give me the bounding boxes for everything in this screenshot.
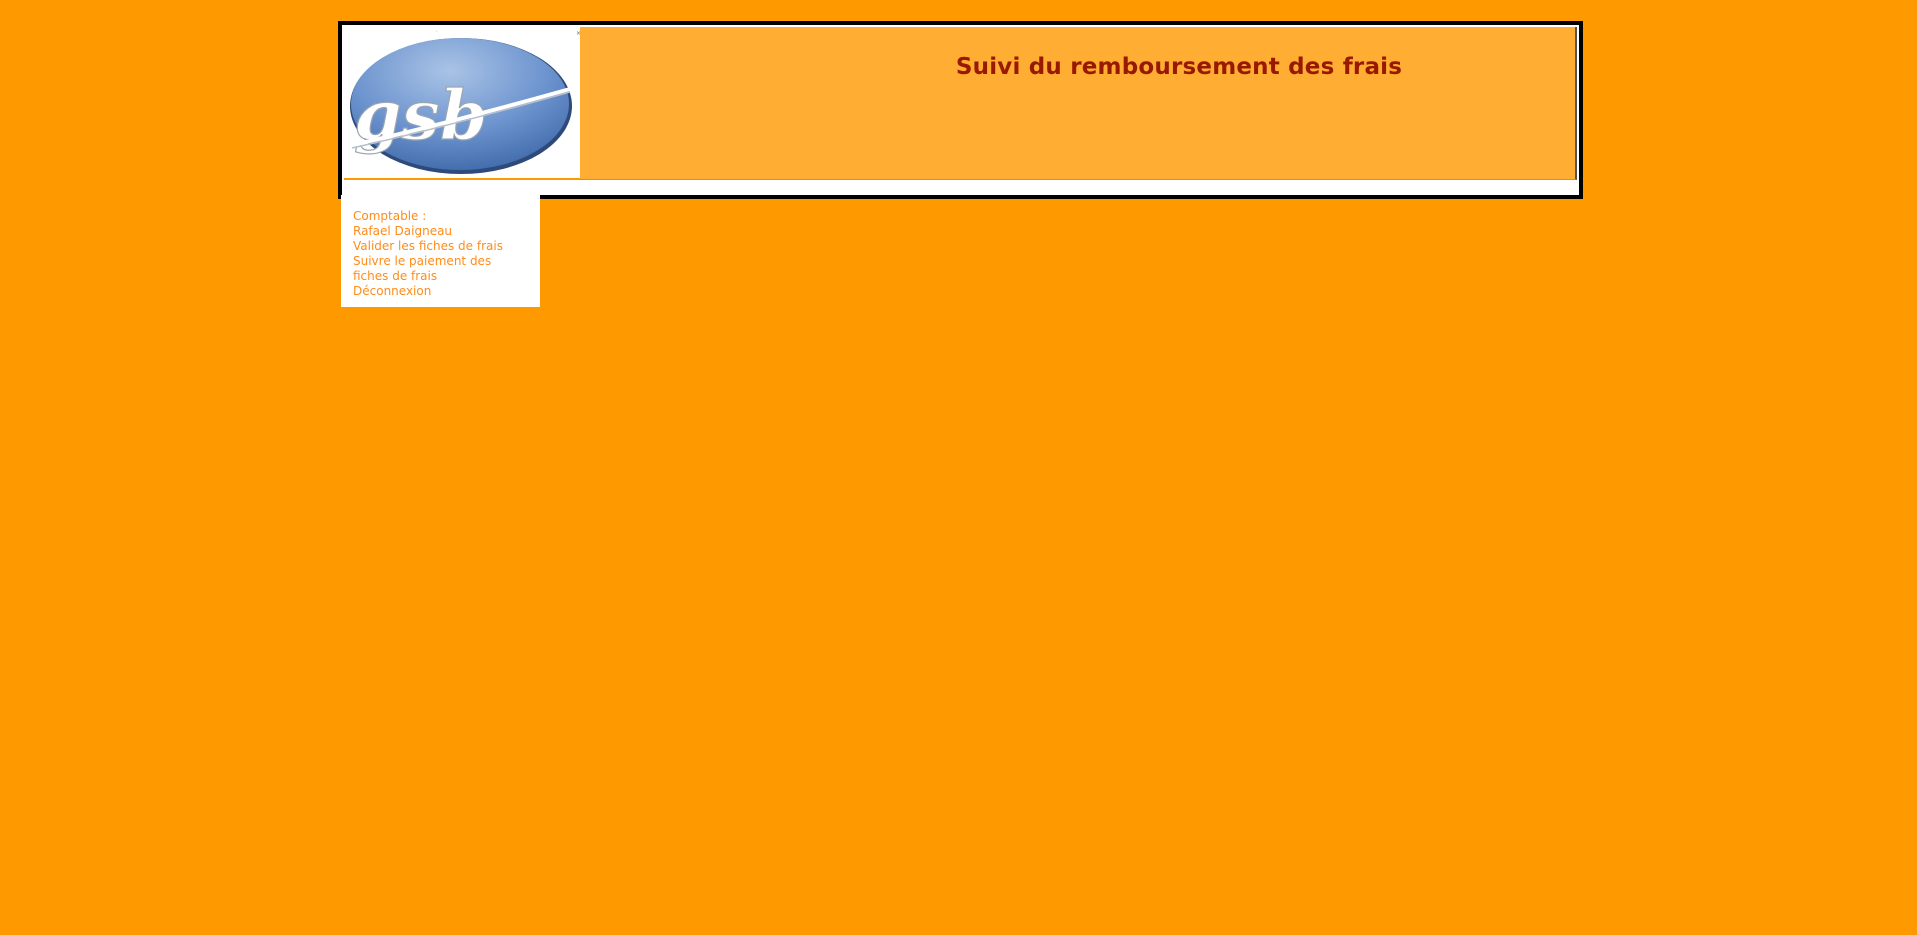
logout-link[interactable]: Déconnexion bbox=[353, 284, 528, 299]
gsb-logo: . gsb × bbox=[344, 27, 580, 180]
page-container: Suivi du remboursement des frais . gsb ×… bbox=[338, 21, 1583, 307]
sidebar-menu: Comptable : Rafael Daigneau Valider les … bbox=[341, 195, 540, 307]
menu-link-validate-expense-sheets[interactable]: Valider les fiches de frais bbox=[353, 239, 528, 254]
header: Suivi du remboursement des frais . gsb × bbox=[338, 21, 1583, 199]
svg-text:.: . bbox=[436, 28, 438, 34]
svg-text:×: × bbox=[576, 30, 580, 37]
user-name: Rafael Daigneau bbox=[353, 224, 453, 238]
menu-link-track-payment[interactable]: Suivre le paiement des fiches de frais bbox=[353, 254, 528, 284]
page-title: Suivi du remboursement des frais bbox=[955, 54, 1403, 80]
role-label: Comptable : bbox=[353, 209, 427, 223]
